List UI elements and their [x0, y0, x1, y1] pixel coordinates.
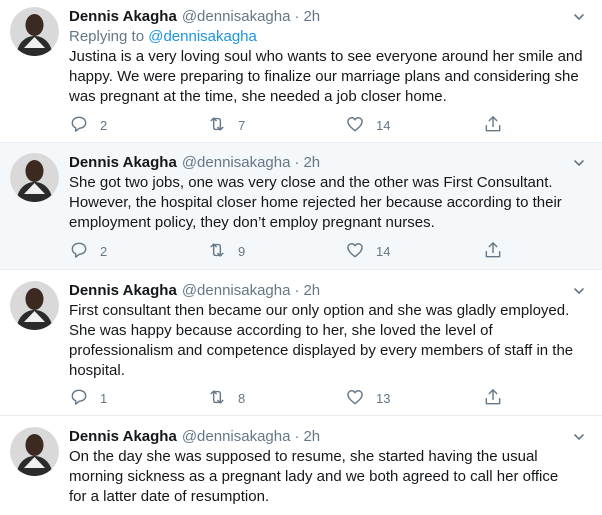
tweet-text-line: employment policy, they don’t employ pre…	[69, 214, 435, 231]
tweet-text: She got two jobs, one was very close and…	[69, 173, 588, 233]
share-icon	[483, 114, 503, 137]
tweet-text: On the day she was supposed to resume, s…	[69, 447, 588, 507]
author-name[interactable]: Dennis Akagha	[69, 427, 177, 447]
timestamp[interactable]: 2h	[303, 153, 320, 173]
tweet[interactable]: Dennis Akagha @dennisakagha · 2h Replyin…	[0, 0, 602, 143]
share-button[interactable]	[483, 387, 523, 410]
heart-icon	[345, 114, 365, 137]
tweet-header: Dennis Akagha @dennisakagha · 2h	[69, 427, 588, 447]
retweet-count: 7	[238, 117, 246, 133]
chevron-down-icon[interactable]	[570, 428, 588, 446]
tweet-text-line: for a latter date of resumption.	[69, 488, 270, 505]
author-name[interactable]: Dennis Akagha	[69, 153, 177, 173]
retweet-icon	[207, 114, 227, 137]
replying-to-label: Replying to	[69, 28, 145, 45]
reply-button[interactable]: 2	[69, 240, 207, 263]
tweet-text-line: She got two jobs, one was very close and…	[69, 174, 553, 191]
retweet-count: 9	[238, 243, 246, 259]
reply-count: 1	[100, 390, 108, 406]
separator: ·	[294, 154, 300, 171]
tweet-text-line: hospital.	[69, 362, 125, 379]
tweet-text-line: First consultant then became our only op…	[69, 302, 570, 319]
tweet-text-line: happy. We were preparing to finalize our…	[69, 68, 579, 85]
tweet-text-line: morning sickness as a pregnant lady and …	[69, 468, 559, 485]
reply-button[interactable]: 2	[69, 114, 207, 137]
share-icon	[483, 240, 503, 263]
tweet[interactable]: Dennis Akagha @dennisakagha · 2h She got…	[0, 143, 602, 270]
heart-icon	[345, 240, 365, 263]
tweet-text-line: was pregnant at the time, she needed a j…	[69, 88, 447, 105]
author-name[interactable]: Dennis Akagha	[69, 7, 177, 27]
reply-button[interactable]: 1	[69, 387, 207, 410]
author-handle[interactable]: @dennisakagha	[182, 281, 291, 301]
timestamp[interactable]: 2h	[303, 7, 320, 27]
timestamp[interactable]: 2h	[303, 281, 320, 301]
tweet[interactable]: Dennis Akagha @dennisakagha · 2h On the …	[0, 416, 602, 515]
retweet-button[interactable]: 9	[207, 240, 345, 263]
retweet-button[interactable]: 8	[207, 387, 345, 410]
avatar[interactable]	[10, 281, 59, 330]
tweet-header: Dennis Akagha @dennisakagha · 2h	[69, 153, 588, 173]
share-button[interactable]	[483, 114, 523, 137]
chevron-down-icon[interactable]	[570, 154, 588, 172]
tweet-text-line: Justina is a very loving soul who wants …	[69, 48, 583, 65]
tweet-header: Dennis Akagha @dennisakagha · 2h	[69, 7, 588, 27]
tweet-thread: Dennis Akagha @dennisakagha · 2h Replyin…	[0, 0, 602, 515]
avatar[interactable]	[10, 7, 59, 56]
tweet-text: Justina is a very loving soul who wants …	[69, 47, 588, 107]
retweet-count: 8	[238, 390, 246, 406]
reply-count: 2	[100, 117, 108, 133]
avatar[interactable]	[10, 153, 59, 202]
separator: ·	[294, 282, 300, 299]
reply-icon	[69, 114, 89, 137]
replying-to-mention[interactable]: @dennisakagha	[148, 28, 257, 45]
tweet-actions: 1 8 13	[69, 388, 523, 408]
retweet-button[interactable]: 7	[207, 114, 345, 137]
replying-to: Replying to @dennisakagha	[69, 27, 588, 47]
avatar[interactable]	[10, 427, 59, 476]
like-button[interactable]: 14	[345, 240, 483, 263]
tweet[interactable]: Dennis Akagha @dennisakagha · 2h First c…	[0, 270, 602, 416]
share-icon	[483, 387, 503, 410]
tweet-text-line: On the day she was supposed to resume, s…	[69, 448, 538, 465]
chevron-down-icon[interactable]	[570, 282, 588, 300]
reply-icon	[69, 240, 89, 263]
reply-count: 2	[100, 243, 108, 259]
tweet-text-line: She was happy because according to her, …	[69, 322, 493, 339]
tweet-actions: 2 9 14	[69, 241, 523, 261]
tweet-text-line: However, the hospital closer home reject…	[69, 194, 562, 211]
retweet-icon	[207, 240, 227, 263]
timestamp[interactable]: 2h	[303, 427, 320, 447]
like-count: 13	[376, 390, 391, 406]
like-button[interactable]: 13	[345, 387, 483, 410]
separator: ·	[294, 428, 300, 445]
author-handle[interactable]: @dennisakagha	[182, 427, 291, 447]
like-count: 14	[376, 243, 391, 259]
share-button[interactable]	[483, 240, 523, 263]
separator: ·	[294, 8, 300, 25]
author-name[interactable]: Dennis Akagha	[69, 281, 177, 301]
author-handle[interactable]: @dennisakagha	[182, 7, 291, 27]
heart-icon	[345, 387, 365, 410]
like-count: 14	[376, 117, 391, 133]
chevron-down-icon[interactable]	[570, 8, 588, 26]
reply-icon	[69, 387, 89, 410]
tweet-header: Dennis Akagha @dennisakagha · 2h	[69, 281, 588, 301]
tweet-text-line: professionalism and competence displayed…	[69, 342, 574, 359]
tweet-text: First consultant then became our only op…	[69, 301, 588, 381]
tweet-actions: 2 7 14	[69, 115, 523, 135]
retweet-icon	[207, 387, 227, 410]
author-handle[interactable]: @dennisakagha	[182, 153, 291, 173]
like-button[interactable]: 14	[345, 114, 483, 137]
